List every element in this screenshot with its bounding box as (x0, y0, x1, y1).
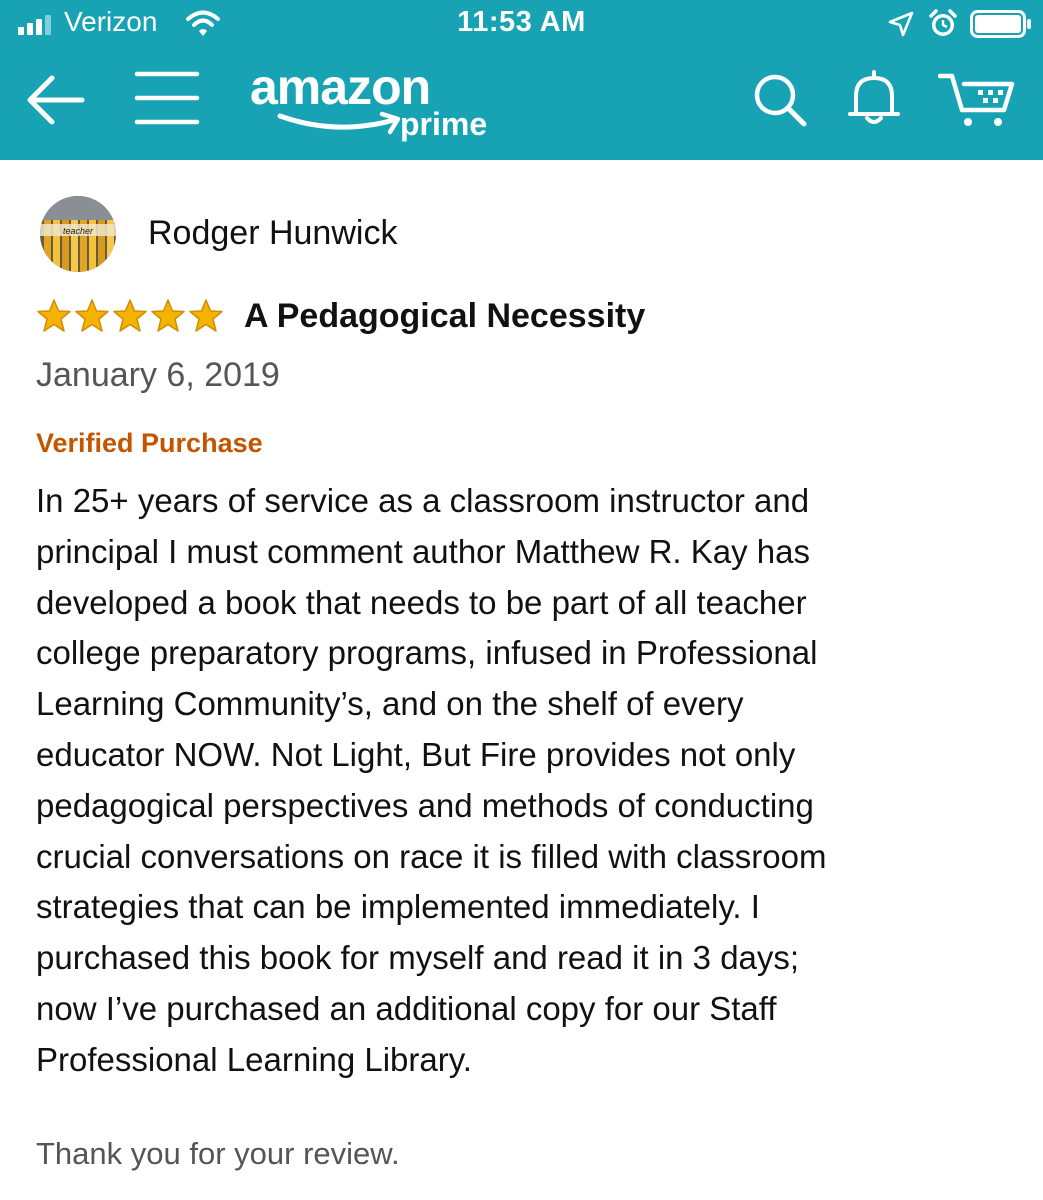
review-body-line: crucial conversations on race it is fill… (36, 837, 827, 875)
review-body-line: purchased this book for myself and read … (36, 939, 800, 977)
avatar[interactable]: teacher (40, 196, 116, 272)
bell-icon[interactable] (846, 68, 902, 128)
review-body-line: Professional Learning Library. (36, 1040, 472, 1078)
review-date: January 6, 2019 (36, 356, 280, 394)
logo-prime-label: prime (400, 106, 488, 142)
review-body-line: now I’ve purchased an additional copy fo… (36, 989, 777, 1027)
review-body-line: developed a book that needs to be part o… (36, 583, 807, 621)
star-icon (37, 299, 71, 332)
review-body-line: college preparatory programs, infused in… (36, 634, 818, 672)
location-arrow-icon (888, 11, 914, 37)
status-time: 11:53 AM (457, 6, 586, 38)
alarm-clock-icon (929, 9, 957, 36)
rating-row: A Pedagogical Necessity (36, 296, 645, 336)
avatar-caption: teacher (62, 226, 94, 236)
review-body-line: In 25+ years of service as a classroom i… (36, 482, 810, 519)
battery-icon (970, 10, 1031, 38)
status-bar: Verizon 11:53 AM (0, 0, 1043, 50)
review-thanks-message: Thank you for your review. (36, 1136, 400, 1171)
review-body-line: strategies that can be implemented immed… (36, 888, 760, 926)
review-body-line: pedagogical perspectives and methods of … (36, 786, 814, 824)
reviewer-name[interactable]: Rodger Hunwick (148, 214, 397, 253)
review-body-line: Learning Community’s, and on the shelf o… (36, 685, 744, 723)
cart-icon[interactable] (938, 70, 1016, 128)
review-title: A Pedagogical Necessity (244, 296, 646, 335)
star-rating (36, 298, 224, 334)
star-icon (151, 299, 185, 332)
review-body-line: principal I must comment author Matthew … (36, 532, 810, 570)
amazon-prime-logo[interactable]: amazon prime (250, 58, 510, 148)
star-icon (113, 299, 147, 332)
smile-arrow-icon (277, 111, 401, 135)
app-header: Verizon 11:53 AM amazon prime (0, 0, 1043, 160)
star-icon (189, 299, 223, 332)
review-body: In 25+ years of service as a classroom i… (36, 476, 996, 1086)
hamburger-menu-icon[interactable] (134, 70, 200, 126)
verified-purchase-badge: Verified Purchase (36, 428, 263, 458)
review-body-line: educator NOW. Not Light, But Fire provid… (36, 735, 796, 773)
back-arrow-icon[interactable] (24, 72, 88, 128)
search-icon[interactable] (752, 72, 808, 128)
star-icon (75, 299, 109, 332)
